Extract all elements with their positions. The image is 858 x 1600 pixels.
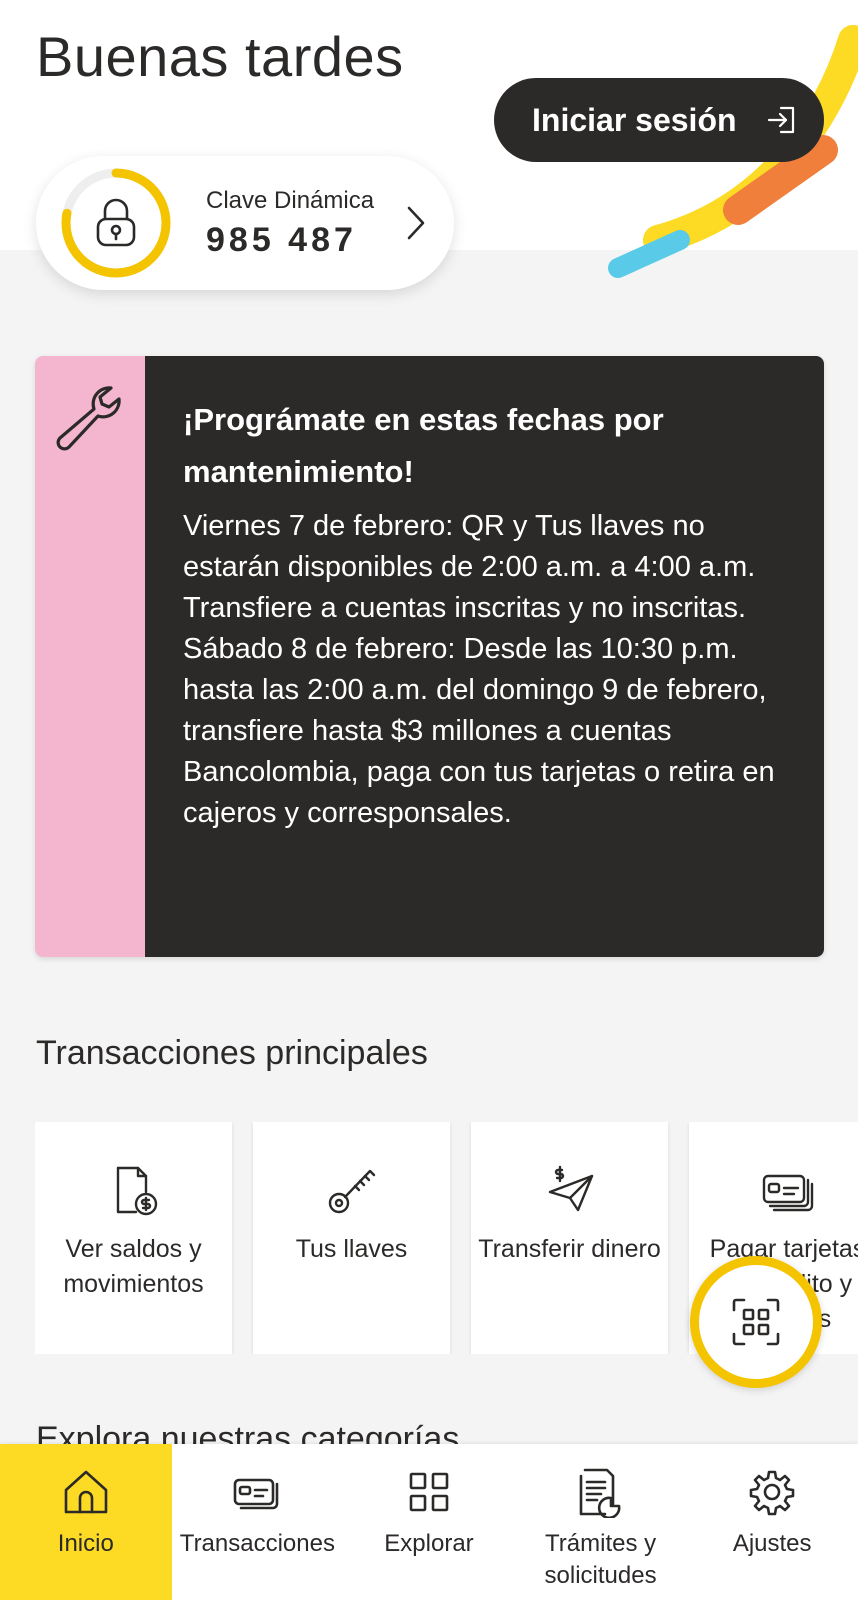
banner-content: ¡Prográmate en estas fechas por mantenim… <box>145 356 824 957</box>
greeting-title: Buenas tardes <box>36 25 404 88</box>
banner-paragraph-1: Viernes 7 de febrero: QR y Tus llaves no… <box>183 510 756 624</box>
nav-item-inicio[interactable]: Inicio <box>0 1444 172 1600</box>
banner-title: ¡Prográmate en estas fechas por mantenim… <box>183 402 664 489</box>
nav-label: Ajustes <box>732 1530 812 1557</box>
lock-icon <box>96 198 136 247</box>
nav-item-transacciones[interactable]: Transacciones <box>172 1444 344 1600</box>
transaction-card-balances[interactable]: Ver saldos y movimientos <box>35 1122 232 1354</box>
nav-label: Trámites y solicitudes <box>544 1530 657 1589</box>
gear-icon <box>749 1470 795 1516</box>
documents-icon <box>579 1468 621 1518</box>
transaction-card-label: Transferir dinero <box>478 1235 661 1263</box>
dynamic-key-timer <box>56 163 176 283</box>
bottom-navigation: Inicio Transacciones Explorar Trámites y… <box>0 1444 858 1600</box>
transaction-card-label: Ver saldos y movimientos <box>63 1235 204 1298</box>
dynamic-key-label: Clave Dinámica <box>206 186 375 214</box>
nav-item-ajustes[interactable]: Ajustes <box>686 1444 858 1600</box>
key-icon <box>328 1169 375 1214</box>
home-screen: Buenas tardes Iniciar sesión Clave Dinám… <box>0 0 858 1600</box>
transaction-card-keys[interactable]: Tus llaves <box>253 1122 450 1354</box>
login-button-label: Iniciar sesión <box>532 101 737 138</box>
wrench-icon <box>56 386 121 451</box>
banner-side-strip <box>35 356 145 957</box>
statement-icon <box>116 1166 157 1216</box>
grid-icon <box>409 1472 449 1512</box>
home-icon <box>64 1470 108 1514</box>
nav-item-tramites[interactable]: Trámites y solicitudes <box>515 1444 687 1600</box>
banner-paragraph-2: Sábado 8 de febrero: Desde las 10:30 p.m… <box>183 633 775 829</box>
maintenance-banner: ¡Prográmate en estas fechas por mantenim… <box>35 356 824 957</box>
nav-item-explorar[interactable]: Explorar <box>343 1444 515 1600</box>
transaction-card-transfer[interactable]: Transferir dinero <box>471 1122 668 1354</box>
nav-label: Explorar <box>384 1530 474 1557</box>
card-icon <box>762 1174 813 1212</box>
login-button[interactable]: Iniciar sesión <box>494 78 824 162</box>
transactions-icon <box>234 1478 279 1510</box>
nav-label: Inicio <box>57 1530 114 1557</box>
nav-label: Transacciones <box>179 1530 335 1557</box>
qr-code-icon <box>732 1298 780 1346</box>
send-money-icon <box>548 1165 593 1212</box>
login-arrow-icon <box>767 106 794 134</box>
transaction-card-label: Tus llaves <box>295 1235 408 1263</box>
dynamic-key-card[interactable]: Clave Dinámica 985 487 <box>36 156 454 290</box>
dynamic-key-code: 985 487 <box>206 220 357 259</box>
transactions-section-title: Transacciones principales <box>36 1034 428 1072</box>
qr-scan-button[interactable] <box>690 1256 822 1388</box>
chevron-right-icon <box>407 206 425 240</box>
